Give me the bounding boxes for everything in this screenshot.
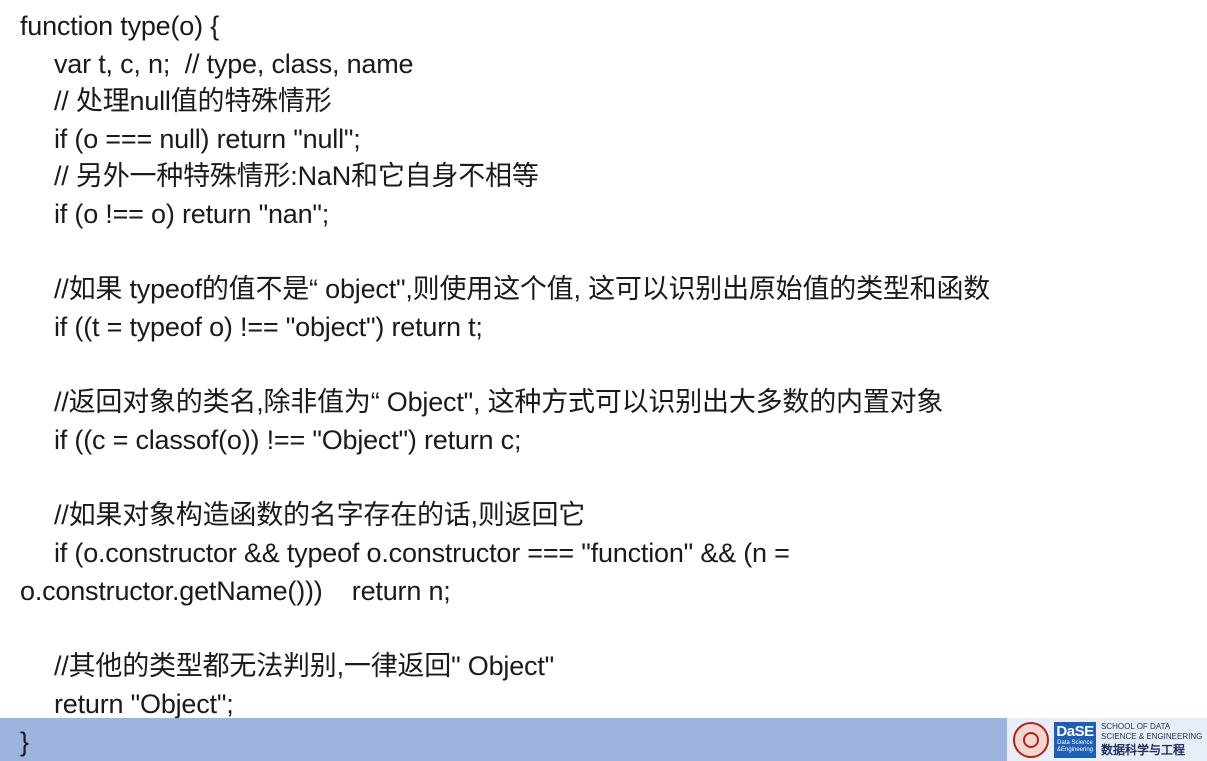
code-line: if (o.constructor && typeof o.constructo…: [54, 538, 790, 568]
code-comment: //返回对象的类名,除非值为“ Object", 这种方式可以识别出大多数的内置…: [54, 387, 944, 417]
code-line: var t, c, n; // type, class, name: [54, 49, 414, 79]
school-name: SCHOOL OF DATA SCIENCE & ENGINEERING 数据科…: [1101, 722, 1203, 757]
code-comment: //其他的类型都无法判别,一律返回" Object": [54, 651, 555, 681]
code-line: if (o === null) return "null";: [54, 124, 361, 154]
code-closing-brace: }: [20, 727, 29, 757]
university-seal-icon: [1013, 721, 1049, 758]
footer-logo: DaSE Data Science &Engineering SCHOOL OF…: [1007, 718, 1207, 761]
code-line: if ((c = classof(o)) !== "Object") retur…: [54, 425, 522, 455]
slide: function type(o) { var t, c, n; // type,…: [0, 0, 1207, 761]
code-line: if ((t = typeof o) !== "object") return …: [54, 312, 483, 342]
dase-logo: DaSE Data Science &Engineering: [1054, 721, 1096, 758]
code-line: function type(o) {: [20, 11, 220, 41]
code-line: o.constructor.getName())) return n;: [20, 576, 451, 606]
code-comment: //如果对象构造函数的名字存在的话,则返回它: [54, 500, 586, 530]
code-line: if (o !== o) return "nan";: [54, 199, 330, 229]
code-comment: // 处理null值的特殊情形: [54, 86, 332, 116]
code-comment: //如果 typeof的值不是“ object",则使用这个值, 这可以识别出原…: [54, 274, 991, 304]
code-comment: // 另外一种特殊情形:NaN和它自身不相等: [54, 161, 539, 191]
